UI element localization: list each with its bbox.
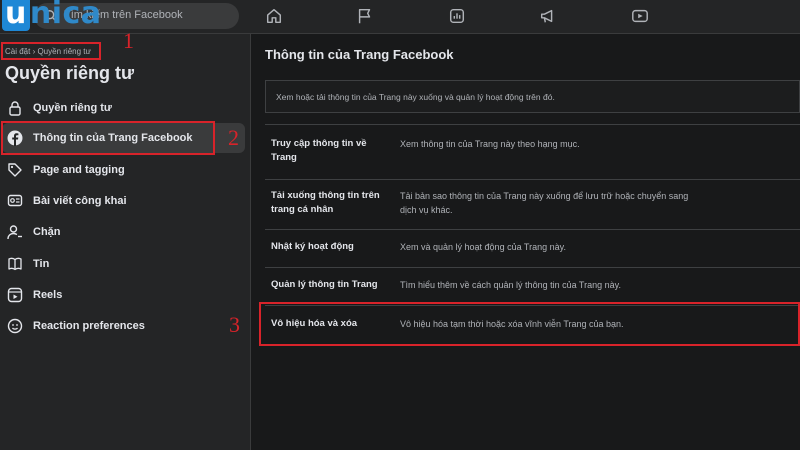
reaction-icon — [4, 315, 26, 337]
list-item-description: Tải bản sao thông tin của Trang này xuốn… — [400, 191, 689, 215]
sidebar-item-label: Chặn — [33, 226, 61, 238]
sidebar-item-stories[interactable]: Tin — [2, 249, 245, 279]
annotation-box-3 — [259, 302, 800, 346]
sidebar-item-reels[interactable]: Reels — [2, 280, 245, 310]
sidebar-item-block[interactable]: Chặn — [2, 217, 245, 247]
list-item-title: Truy cập thông tin về Trang — [271, 138, 367, 163]
tag-icon — [4, 159, 26, 181]
annotation-number-1: 1 — [123, 28, 134, 53]
list-item-activity-log[interactable]: Nhật ký hoạt động Xem và quản lý hoạt độ… — [265, 229, 800, 269]
settings-sidebar: Cài đặt › Quyền riêng tư Quyền riêng tư … — [0, 34, 251, 450]
sidebar-item-label: Page and tagging — [33, 164, 125, 176]
public-post-icon — [4, 190, 26, 212]
list-item-title: Tải xuống thông tin trên trang cá nhân — [271, 190, 380, 215]
sidebar-item-label: Tin — [33, 258, 50, 270]
annotation-number-2: 2 — [228, 125, 239, 150]
chart-icon[interactable] — [446, 6, 468, 26]
list-item-access-info[interactable]: Truy cập thông tin về Trang Xem thông ti… — [265, 124, 800, 169]
block-user-icon — [4, 221, 26, 243]
description-box: Xem hoặc tải thông tin của Trang này xuố… — [265, 80, 800, 113]
sidebar-item-label: Reels — [33, 289, 63, 301]
page-title: Thông tin của Trang Facebook — [265, 47, 454, 62]
home-icon[interactable] — [263, 6, 285, 26]
list-item-description: Xem và quản lý hoạt động của Trang này. — [400, 242, 566, 252]
lock-icon — [4, 97, 26, 119]
annotation-box-2 — [1, 121, 215, 155]
list-item-manage-info[interactable]: Quản lý thông tin Trang Tìm hiểu thêm về… — [265, 267, 800, 307]
description-text: Xem hoặc tải thông tin của Trang này xuố… — [276, 92, 555, 102]
sidebar-item-page-tagging[interactable]: Page and tagging — [2, 155, 245, 185]
list-item-title: Nhật ký hoạt động — [271, 241, 354, 252]
annotation-box-1 — [1, 42, 101, 60]
sidebar-item-privacy[interactable]: Quyền riêng tư — [2, 93, 245, 123]
sidebar-title: Quyền riêng tư — [5, 63, 135, 83]
sidebar-item-label: Bài viết công khai — [33, 195, 127, 207]
book-icon — [4, 253, 26, 275]
list-item-download-info[interactable]: Tải xuống thông tin trên trang cá nhân T… — [265, 179, 800, 224]
flag-icon[interactable] — [354, 6, 376, 26]
list-item-description: Xem thông tin của Trang này theo hạng mụ… — [400, 139, 580, 149]
list-item-description: Tìm hiểu thêm về cách quản lý thông tin … — [400, 280, 621, 290]
sidebar-item-label: Reaction preferences — [33, 320, 145, 332]
unica-logo: u nica — [2, 0, 102, 31]
sidebar-item-label: Quyền riêng tư — [33, 102, 112, 114]
list-item-title: Quản lý thông tin Trang — [271, 279, 378, 290]
video-icon[interactable] — [629, 6, 651, 26]
sidebar-item-public-posts[interactable]: Bài viết công khai — [2, 186, 245, 216]
sidebar-item-reaction-preferences[interactable]: Reaction preferences — [2, 311, 245, 341]
megaphone-icon[interactable] — [537, 6, 559, 26]
top-bar: Tìm kiếm trên Facebook — [0, 0, 800, 34]
reels-icon — [4, 284, 26, 306]
annotation-number-3: 3 — [229, 312, 240, 337]
